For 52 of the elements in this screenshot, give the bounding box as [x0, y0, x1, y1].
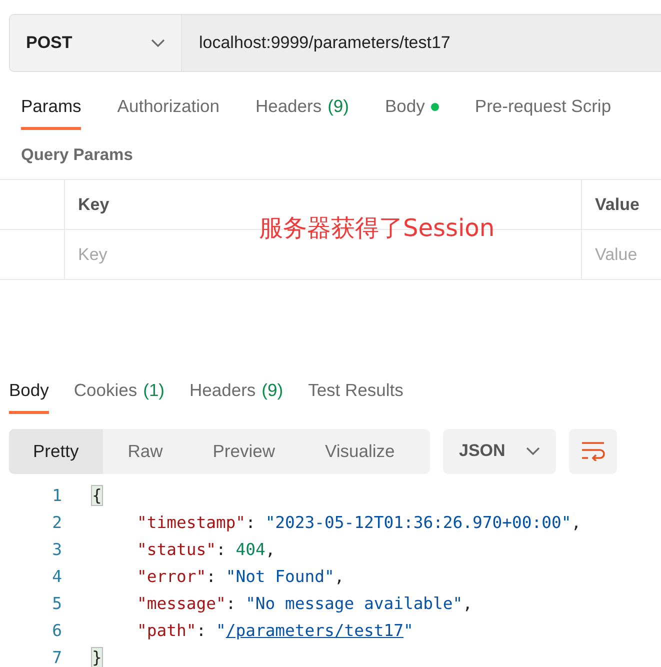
chevron-down-icon — [526, 447, 540, 455]
code-token: "No message available" — [246, 594, 463, 613]
tab[interactable]: Headers (9) — [255, 96, 349, 130]
code-token: } — [92, 648, 102, 667]
wrap-lines-button[interactable] — [569, 428, 617, 474]
code-token: : — [246, 513, 256, 532]
tab-count: (1) — [143, 380, 165, 401]
tab[interactable]: Authorization — [117, 96, 220, 130]
code-token: "error" — [137, 567, 206, 586]
view-mode-tab[interactable]: Visualize — [300, 428, 420, 474]
line-number: 3 — [51, 540, 62, 559]
code-token: : — [206, 567, 217, 586]
code-token: "timestamp" — [137, 513, 246, 532]
tab-count: (9) — [328, 96, 349, 117]
code-token: , — [571, 513, 582, 532]
code-token: 404 — [236, 540, 266, 559]
view-mode-tab[interactable]: Pretty — [9, 428, 103, 474]
wrap-lines-icon — [581, 441, 605, 461]
line-number: 7 — [51, 648, 62, 667]
tab[interactable]: Pre-request Scrip — [474, 96, 612, 130]
tab[interactable]: Cookies (1) — [74, 380, 165, 414]
code-token: , — [462, 594, 473, 613]
code-token: : — [196, 621, 208, 640]
line-number: 5 — [51, 594, 62, 613]
code-token: "Not Found" — [226, 567, 334, 586]
code-token: { — [92, 486, 102, 505]
code-token: "message" — [137, 594, 226, 613]
view-mode-tab[interactable]: Preview — [188, 428, 300, 474]
code-token: , — [265, 540, 276, 559]
code-token: "path" — [137, 621, 196, 640]
code-token: , — [334, 567, 344, 586]
tab[interactable]: Body — [9, 380, 49, 414]
code-token: "2023-05-12T01:36:26.970+00:00" — [265, 513, 572, 532]
code-link[interactable]: /parameters/test17 — [226, 621, 404, 640]
line-number: 4 — [51, 567, 62, 586]
code-token: : — [226, 594, 237, 613]
view-mode-tab[interactable]: Raw — [102, 428, 188, 474]
tab[interactable]: Body — [385, 96, 439, 130]
format-dropdown[interactable]: JSON — [443, 428, 556, 474]
code-token: " — [216, 621, 226, 640]
section-title: Query Params — [21, 146, 134, 165]
column-header: Value — [581, 180, 661, 229]
tab[interactable]: Test Results — [308, 380, 404, 414]
line-number: 6 — [51, 621, 62, 640]
tab[interactable]: Headers (9) — [190, 380, 284, 414]
code-token: " — [403, 621, 414, 640]
tab-count: (9) — [262, 380, 284, 401]
tab[interactable]: Params — [21, 96, 82, 130]
code-token: : — [216, 540, 227, 559]
line-number: 2 — [51, 513, 62, 532]
code-token: "status" — [137, 540, 216, 559]
line-number: 1 — [51, 486, 62, 505]
